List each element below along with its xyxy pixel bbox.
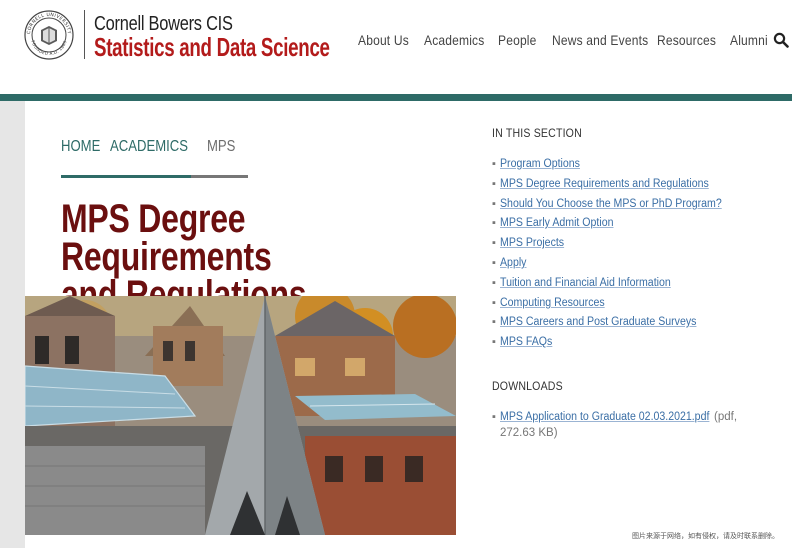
link-mps-faqs[interactable]: MPS FAQs	[500, 336, 552, 348]
breadcrumb-academics[interactable]: ACADEMICS	[110, 138, 188, 156]
bullet-icon: ▪	[492, 316, 496, 328]
hero-image-campus-rooftops	[25, 296, 456, 535]
breadcrumb-home[interactable]: HOME	[61, 138, 100, 156]
breadcrumb-underline-active	[61, 175, 191, 178]
link-early-admit[interactable]: MPS Early Admit Option	[500, 217, 613, 229]
brand-divider	[84, 10, 85, 59]
link-mps-or-phd[interactable]: Should You Choose the MPS or PhD Program…	[500, 198, 722, 210]
download-application-pdf[interactable]: MPS Application to Graduate 02.03.2021.p…	[500, 411, 709, 423]
bullet-icon: ▪	[492, 257, 496, 269]
breadcrumb-underline-current	[191, 175, 248, 178]
search-icon[interactable]	[773, 32, 789, 48]
bullet-icon: ▪	[492, 158, 496, 170]
nav-news-and-events[interactable]: News and Events	[552, 32, 648, 48]
nav-about-us[interactable]: About Us	[358, 32, 409, 48]
link-careers-surveys[interactable]: MPS Careers and Post Graduate Surveys	[500, 316, 696, 328]
left-gutter	[0, 101, 25, 548]
bullet-icon: ▪	[492, 277, 496, 289]
campus-rooftops-illustration	[25, 296, 456, 535]
watermark-notice: 图片来源于网络，如有侵权，请及时联系删除。	[632, 532, 779, 540]
nav-people[interactable]: People	[498, 32, 537, 48]
header-accent-bar	[0, 94, 792, 101]
link-mps-degree-requirements[interactable]: MPS Degree Requirements and Regulations	[500, 178, 709, 190]
download-meta-size: 272.63 KB)	[500, 427, 558, 439]
nav-resources[interactable]: Resources	[657, 32, 716, 48]
nav-academics[interactable]: Academics	[424, 32, 484, 48]
download-meta-type: (pdf,	[714, 411, 738, 423]
department-name[interactable]: Statistics and Data Science	[94, 32, 330, 63]
bullet-icon: ▪	[492, 411, 496, 423]
bullet-icon: ▪	[492, 297, 496, 309]
link-program-options[interactable]: Program Options	[500, 158, 580, 170]
link-tuition-financial-aid[interactable]: Tuition and Financial Aid Information	[500, 277, 671, 289]
bullet-icon: ▪	[492, 217, 496, 229]
bullet-icon: ▪	[492, 237, 496, 249]
page-title-line1: MPS Degree Requirements	[61, 197, 272, 279]
site-header: CORNELL UNIVERSITY FOUNDED A.D. 1865 Cor…	[0, 0, 792, 94]
cornell-seal-icon[interactable]: CORNELL UNIVERSITY FOUNDED A.D. 1865	[24, 10, 74, 60]
in-this-section-heading: IN THIS SECTION	[492, 126, 582, 140]
bullet-icon: ▪	[492, 336, 496, 348]
bullet-icon: ▪	[492, 198, 496, 210]
link-mps-projects[interactable]: MPS Projects	[500, 237, 564, 249]
nav-alumni[interactable]: Alumni	[730, 32, 768, 48]
downloads-heading: DOWNLOADS	[492, 379, 563, 393]
link-computing-resources[interactable]: Computing Resources	[500, 297, 605, 309]
bullet-icon: ▪	[492, 178, 496, 190]
breadcrumb-current: MPS	[207, 138, 236, 155]
link-apply[interactable]: Apply	[500, 257, 526, 269]
